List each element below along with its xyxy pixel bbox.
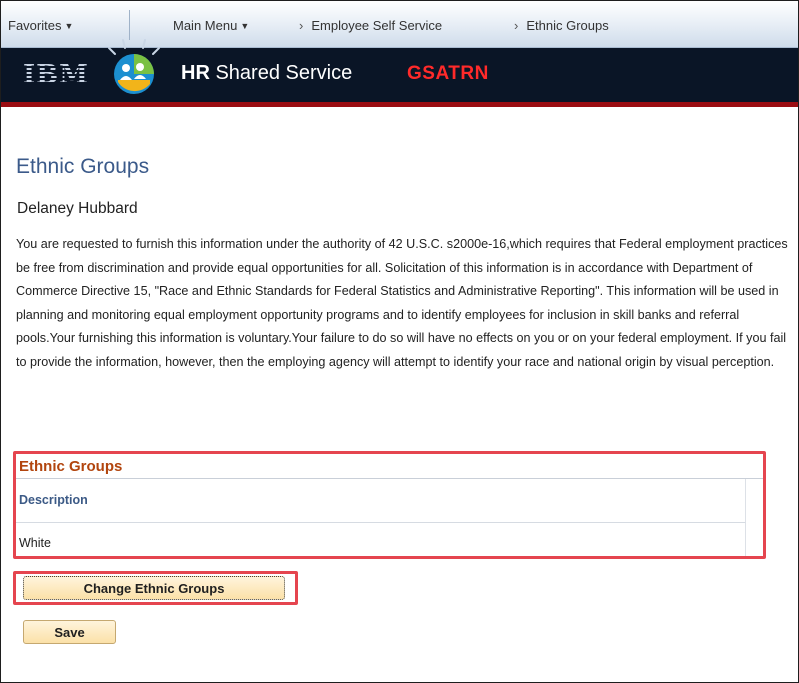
employee-name: Delaney Hubbard xyxy=(17,200,138,217)
caret-down-icon: ▼ xyxy=(64,21,74,31)
breadcrumb-arrow-icon: › xyxy=(514,18,519,33)
hr-brand-bold: HR xyxy=(181,62,210,84)
hr-service-people-icon xyxy=(108,39,160,94)
main-menu-label: Main Menu xyxy=(173,18,238,33)
description-cell: White xyxy=(19,536,51,550)
branding-banner: IBM HR Shared Service GSATRN xyxy=(1,39,798,102)
banner-stripe xyxy=(1,102,798,107)
favorites-menu[interactable]: Favorites ▼ xyxy=(8,18,73,33)
main-menu[interactable]: Main Menu ▼ xyxy=(173,18,249,33)
database-name: GSATRN xyxy=(407,63,489,84)
save-button[interactable]: Save xyxy=(23,620,116,644)
page-title: Ethnic Groups xyxy=(16,155,150,178)
breadcrumb-employee-self-service[interactable]: › Employee Self Service xyxy=(299,18,442,33)
hr-shared-service-title: HR Shared Service xyxy=(181,62,352,85)
breadcrumb-ethnic-groups[interactable]: › Ethnic Groups xyxy=(514,18,609,33)
breadcrumb-label: Employee Self Service xyxy=(311,18,443,33)
ethnic-groups-grid-title: Ethnic Groups xyxy=(19,458,123,475)
favorites-label: Favorites xyxy=(8,18,62,33)
hr-brand-rest: Shared Service xyxy=(209,62,353,84)
breadcrumb-arrow-icon: › xyxy=(299,18,304,33)
ethnic-groups-grid: Description White xyxy=(16,478,763,556)
change-ethnic-groups-button[interactable]: Change Ethnic Groups xyxy=(23,576,285,600)
caret-down-icon: ▼ xyxy=(240,21,250,31)
description-column-header: Description xyxy=(19,493,88,507)
table-row: White xyxy=(16,523,746,556)
breadcrumb-label: Ethnic Groups xyxy=(526,18,609,33)
grid-header-row: Description xyxy=(16,479,746,523)
privacy-notice-text: You are requested to furnish this inform… xyxy=(16,237,788,369)
ibm-logo: IBM xyxy=(23,60,89,90)
